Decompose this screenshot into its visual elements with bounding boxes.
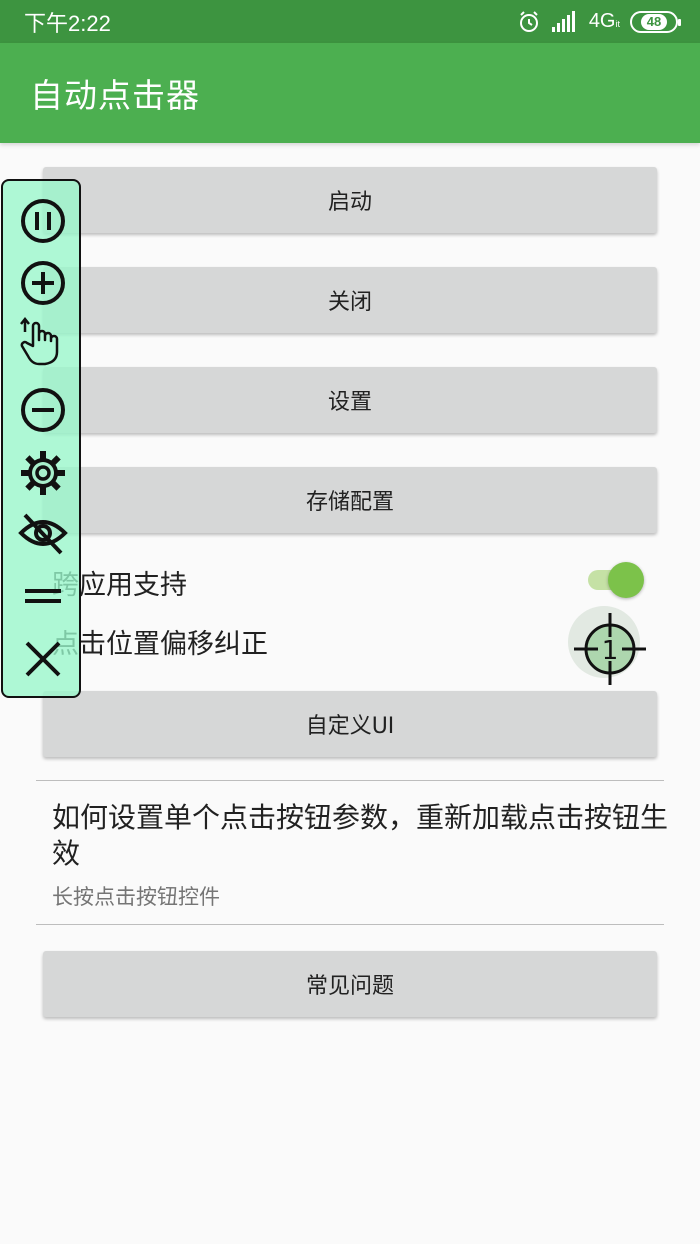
signal-icon (551, 10, 575, 32)
divider (36, 780, 664, 781)
battery-level: 48 (640, 13, 668, 30)
minus-icon[interactable] (17, 384, 69, 436)
close-button[interactable]: 关闭 (43, 267, 657, 333)
toggle-thumb[interactable] (608, 562, 644, 598)
status-time: 下午2:22 (24, 10, 111, 36)
network-type: 4Git (588, 10, 620, 32)
status-icons: 4Git 48 (517, 10, 681, 34)
swipe-hand-icon[interactable] (17, 316, 69, 368)
battery-icon: 48 (630, 10, 681, 33)
help-subtitle: 长按点击按钮控件 (52, 885, 220, 909)
target-number: 1 (602, 636, 619, 666)
pause-icon[interactable] (17, 195, 69, 247)
faq-button[interactable]: 常见问题 (43, 951, 657, 1017)
floating-control-panel[interactable] (1, 179, 81, 698)
gear-icon[interactable] (17, 447, 69, 499)
crosshair-target-icon[interactable]: 1 (572, 609, 648, 685)
app-bar: 自动点击器 (0, 43, 700, 143)
alarm-icon (519, 10, 538, 32)
custom-ui-button[interactable]: 自定义UI (43, 691, 657, 757)
drag-handle-icon[interactable] (17, 571, 69, 623)
help-title[interactable]: 如何设置单个点击按钮参数，重新加载点击按钮生效 (52, 800, 672, 872)
divider (36, 924, 664, 925)
status-bar: 下午2:22 4Git 48 (0, 0, 700, 43)
start-button[interactable]: 启动 (43, 167, 657, 233)
plus-icon[interactable] (17, 257, 69, 309)
eye-off-icon[interactable] (17, 507, 69, 559)
settings-button[interactable]: 设置 (43, 367, 657, 433)
offset-correction-label: 点击位置偏移纠正 (52, 629, 268, 660)
app-title: 自动点击器 (30, 76, 200, 115)
close-icon[interactable] (17, 633, 69, 685)
save-config-button[interactable]: 存储配置 (43, 467, 657, 533)
